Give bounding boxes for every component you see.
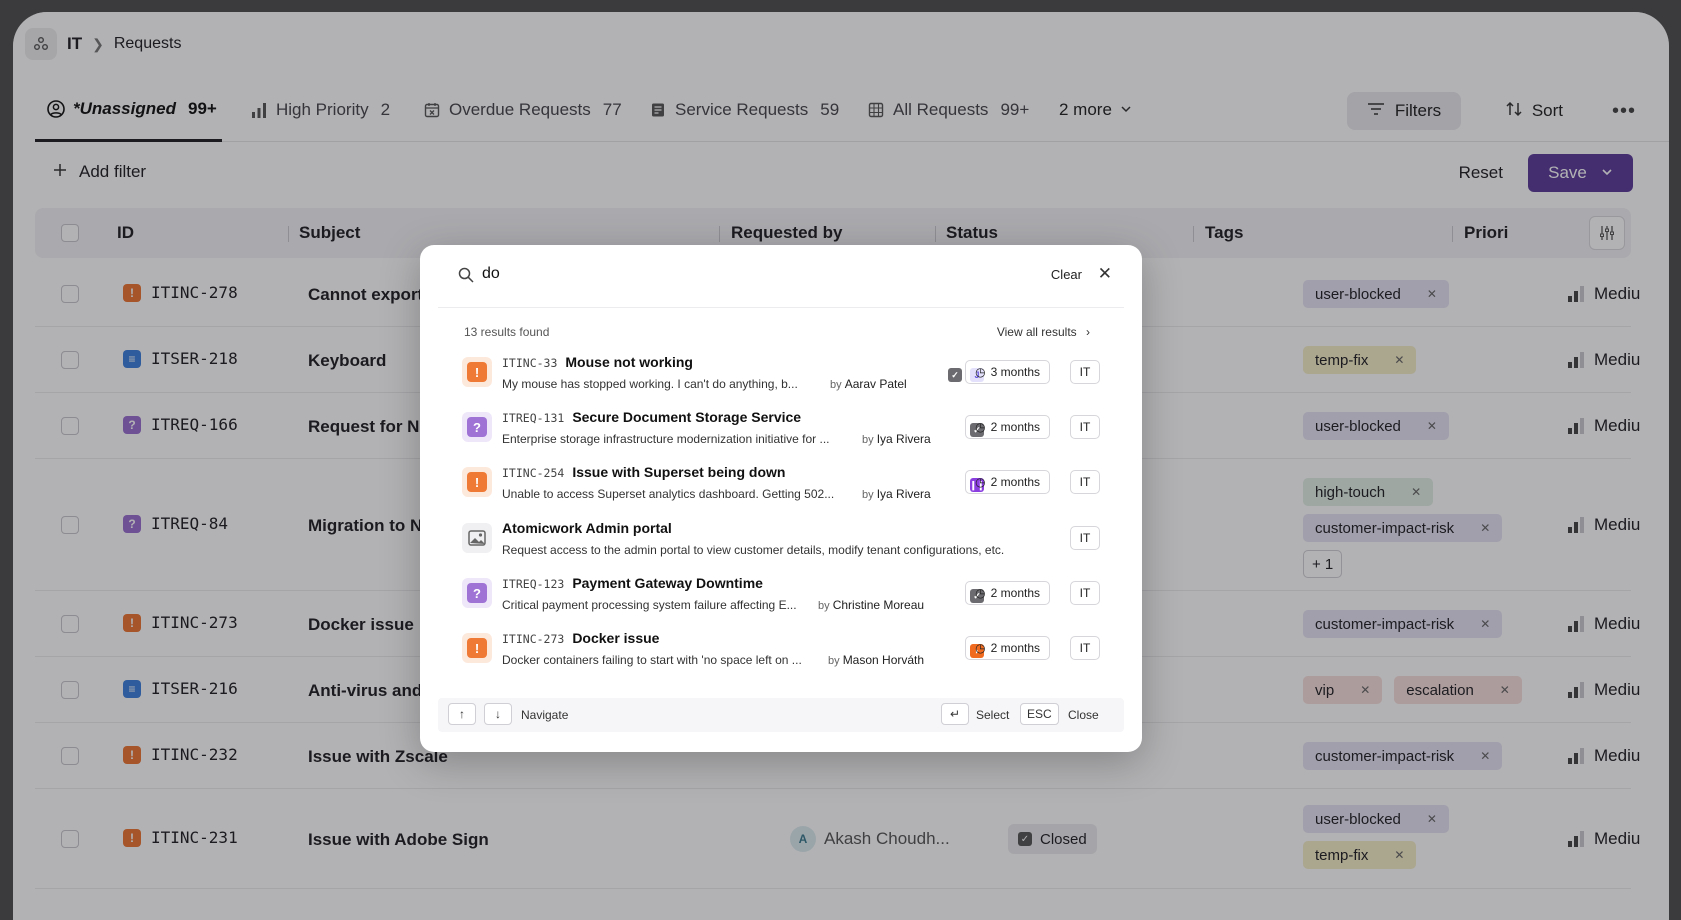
result-description: Enterprise storage infrastructure modern… <box>502 432 830 446</box>
age-label: 2 months <box>990 641 1040 655</box>
image-icon <box>462 523 492 553</box>
result-requester: Mason Horváth <box>842 653 925 667</box>
select-label: Select <box>976 708 1010 722</box>
incident-icon: ! <box>462 633 492 663</box>
search-result[interactable]: ? ITREQ-123 Payment Gateway Downtime Crit… <box>462 571 1100 621</box>
view-all-results-link[interactable]: View all results › <box>997 325 1090 339</box>
search-result[interactable]: ! ITINC-33 Mouse not working My mouse has… <box>462 350 1100 400</box>
result-description: My mouse has stopped working. I can't do… <box>502 377 798 391</box>
result-id: ITREQ-123 <box>502 577 565 591</box>
result-requester: Iya Rivera <box>876 432 931 446</box>
search-modal: do Clear ✕ 13 results found View all res… <box>420 245 1142 752</box>
result-requester: Christine Moreau <box>832 598 925 612</box>
navigate-label: Navigate <box>521 708 569 722</box>
clock-icon: ◷ <box>975 365 986 379</box>
request-icon: ? <box>462 578 492 608</box>
age-badge: ◷ 2 months <box>965 636 1050 660</box>
age-badge: ◷ 2 months <box>965 415 1050 439</box>
checkbox-checked-icon: ✓ <box>948 368 962 382</box>
age-label: 3 months <box>990 365 1040 379</box>
clock-icon: ◷ <box>975 586 986 600</box>
team-badge: IT <box>1070 415 1100 439</box>
team-badge: IT <box>1070 360 1100 384</box>
result-id: ITINC-273 <box>502 632 565 646</box>
close-icon[interactable]: ✕ <box>1098 264 1112 284</box>
result-description: Request access to the admin portal to vi… <box>502 543 1005 557</box>
enter-key-icon: ↵ <box>941 703 969 725</box>
result-title: Issue with Superset being down <box>572 464 786 480</box>
result-requester: Iya Rivera <box>876 487 931 501</box>
arrow-up-icon: ↑ <box>448 703 476 725</box>
result-description: Docker containers failing to start with … <box>502 653 802 667</box>
search-icon <box>458 267 474 288</box>
view-all-label: View all results <box>996 325 1077 339</box>
result-title: Payment Gateway Downtime <box>572 575 763 591</box>
close-label: Close <box>1068 708 1099 722</box>
result-requester: Aarav Patel <box>844 377 907 391</box>
result-description: Critical payment processing system failu… <box>502 598 797 612</box>
search-input[interactable]: do <box>482 265 500 283</box>
clear-button[interactable]: Clear <box>1051 267 1082 282</box>
search-bar: do Clear ✕ <box>438 245 1124 308</box>
age-label: 2 months <box>990 420 1040 434</box>
clock-icon: ◷ <box>975 475 986 489</box>
search-result[interactable]: ? ITREQ-131 Secure Document Storage Servi… <box>462 405 1100 455</box>
search-result[interactable]: ! ITINC-254 Issue with Superset being dow… <box>462 460 1100 510</box>
result-title: Mouse not working <box>565 354 693 370</box>
search-result[interactable]: ! ITINC-273 Docker issue Docker container… <box>462 626 1100 676</box>
team-badge: IT <box>1070 581 1100 605</box>
age-badge: ◷ 2 months <box>965 470 1050 494</box>
request-icon: ? <box>462 412 492 442</box>
arrow-down-icon: ↓ <box>484 703 512 725</box>
esc-key: ESC <box>1020 703 1059 725</box>
age-badge: ◷ 3 months <box>965 360 1050 384</box>
result-id: ITREQ-131 <box>502 411 565 425</box>
search-result[interactable]: Atomicwork Admin portal Request access t… <box>462 516 1100 566</box>
age-badge: ◷ 2 months <box>965 581 1050 605</box>
incident-icon: ! <box>462 467 492 497</box>
result-id: ITINC-33 <box>502 356 558 370</box>
result-description: Unable to access Superset analytics dash… <box>502 487 835 501</box>
clock-icon: ◷ <box>975 641 986 655</box>
result-title: Docker issue <box>572 630 660 646</box>
keyboard-hints: ↑ ↓ Navigate ↵ Select ESC Close <box>438 698 1124 732</box>
age-label: 2 months <box>990 475 1040 489</box>
clock-icon: ◷ <box>975 420 986 434</box>
result-title: Secure Document Storage Service <box>572 409 802 425</box>
team-badge: IT <box>1070 636 1100 660</box>
age-label: 2 months <box>990 586 1040 600</box>
chevron-right-icon: › <box>1086 325 1090 339</box>
team-badge: IT <box>1070 526 1100 550</box>
results-count: 13 results found <box>464 325 550 339</box>
result-title: Atomicwork Admin portal <box>502 520 672 536</box>
incident-icon: ! <box>462 357 492 387</box>
result-id: ITINC-254 <box>502 466 565 480</box>
team-badge: IT <box>1070 470 1100 494</box>
